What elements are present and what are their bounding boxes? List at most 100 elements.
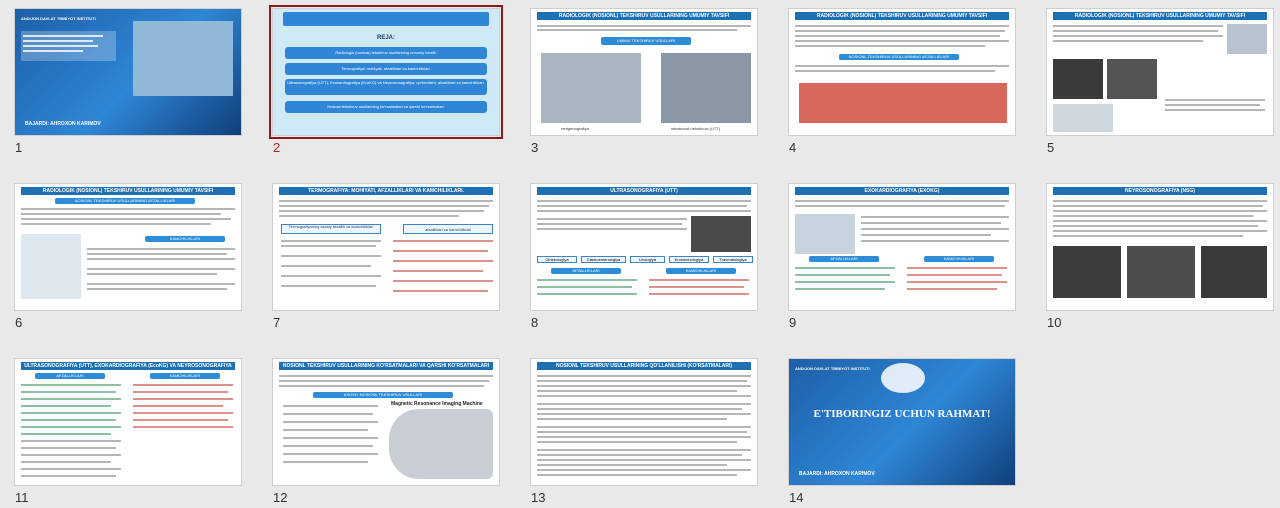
slide-title: NOSIONL TEKSHIRUV USULLARINING QO'LLANIL… bbox=[537, 362, 751, 370]
section-label-2: KAMCHILIKLARI bbox=[150, 373, 220, 379]
agenda-item-3: Ultrasonografiya (UTT), Exokardiografiya… bbox=[285, 79, 487, 95]
scan-image-1 bbox=[1053, 246, 1121, 298]
slide-title: RADIOLOGIK (NOSIONL) TEKSHIRUV USULLARIN… bbox=[1053, 12, 1267, 20]
scan-image-2 bbox=[1127, 246, 1195, 298]
doctor-image bbox=[133, 21, 233, 96]
image-label-2: ultratovush tekshiruvi (UTT) bbox=[671, 126, 721, 131]
slide-preview: ANDIJON DAVLAT TIBBIYOT INSTITUTI BAJARD… bbox=[14, 8, 242, 136]
slide-number: 8 bbox=[531, 315, 539, 330]
slide-preview: EXOKARDIOGRAFIYA (EXOKG) AFZALLIKLARI KA… bbox=[788, 183, 1016, 311]
agenda-header-strip bbox=[283, 12, 489, 26]
slide-number: 12 bbox=[273, 490, 288, 505]
slide-preview: NOSIONL TEKSHIRUV USULLARINING KO'RSATMA… bbox=[272, 358, 500, 486]
slide-number: 4 bbox=[789, 140, 797, 155]
slide-title: EXOKARDIOGRAFIYA (EXOKG) bbox=[795, 187, 1009, 195]
echo-image bbox=[795, 214, 855, 254]
section-label-2: KAMCHILIKLARI bbox=[666, 268, 736, 274]
institute-name: ANDIJON DAVLAT TIBBIYOT INSTITUTI bbox=[795, 366, 870, 371]
section-label: UMMUI TEKSHIRUV USULLARI bbox=[601, 37, 691, 45]
slide-number: 2 bbox=[273, 140, 281, 155]
slide-preview: NOSIONL TEKSHIRUV USULLARINING QO'LLANIL… bbox=[530, 358, 758, 486]
thermography-image bbox=[799, 83, 1007, 123]
cover-background: ANDIJON DAVLAT TIBBIYOT INSTITUTI E'TIBO… bbox=[789, 359, 1015, 485]
slide-preview: RADIOLOGIK (NOSIONL) TEKSHIRUV USULLARIN… bbox=[14, 183, 242, 311]
section-label: NOSIONL TEKSHIRUV USULLARINING AFZALLIKL… bbox=[55, 198, 195, 204]
section-label-2: afzalliklari va kamchiliklari bbox=[403, 224, 493, 234]
slide-number: 7 bbox=[273, 315, 281, 330]
slide-number: 11 bbox=[15, 490, 29, 505]
agenda-background: REJA: Radiologik (nosioal) tekshiruv usu… bbox=[273, 9, 499, 135]
slide-number: 6 bbox=[15, 315, 23, 330]
slide-thumbnail-9[interactable]: EXOKARDIOGRAFIYA (EXOKG) AFZALLIKLARI KA… bbox=[774, 175, 1032, 345]
slide-preview: ANDIJON DAVLAT TIBBIYOT INSTITUTI E'TIBO… bbox=[788, 358, 1016, 486]
slide-preview: RADIOLOGIK (NOSIONL) TEKSHIRUV USULLARIN… bbox=[530, 8, 758, 136]
slide-title: RADIOLOGIK (NOSIONL) TEKSHIRUV USULLARIN… bbox=[537, 12, 751, 20]
image-label-1: rentgenografiya bbox=[561, 126, 589, 131]
section-label-2: KAMCHILIKLARI bbox=[924, 256, 994, 262]
scan-image-2 bbox=[1107, 59, 1157, 99]
ultrasound-image bbox=[661, 53, 751, 123]
slide-number: 9 bbox=[789, 315, 797, 330]
mri-machine-image bbox=[389, 409, 493, 479]
slide-preview: REJA: Radiologik (nosioal) tekshiruv usu… bbox=[269, 5, 503, 139]
slide-thumbnail-6[interactable]: RADIOLOGIK (NOSIONL) TEKSHIRUV USULLARIN… bbox=[0, 175, 258, 345]
slide-preview: ULTRASONOGRAFIYA (UTT) Ginekologiya Gast… bbox=[530, 183, 758, 311]
agenda-item-4: Nosioal tekshiruv usullarining ko'rsatma… bbox=[285, 101, 487, 113]
tag-2: Gastroenterologiya bbox=[581, 256, 626, 263]
slide-title: NOSIONL TEKSHIRUV USULLARINING KO'RSATMA… bbox=[279, 362, 493, 370]
slide-thumbnail-5[interactable]: RADIOLOGIK (NOSIONL) TEKSHIRUV USULLARIN… bbox=[1032, 0, 1280, 170]
slide-thumbnail-2[interactable]: REJA: Radiologik (nosioal) tekshiruv usu… bbox=[258, 0, 516, 170]
author-caption: BAJARDI: AHROXON KARIMOV bbox=[25, 121, 101, 127]
slide-thumbnail-8[interactable]: ULTRASONOGRAFIYA (UTT) Ginekologiya Gast… bbox=[516, 175, 774, 345]
slide-title: TERMOGRAFIYA: MOHIYATI, AFZALLIKLARI VA … bbox=[279, 187, 493, 195]
emblem-image bbox=[881, 363, 925, 393]
slide-title: ULTRASONOGRAFIYA (UTT) bbox=[537, 187, 751, 195]
slide-number: 10 bbox=[1047, 315, 1062, 330]
ultrasound-image bbox=[691, 216, 751, 252]
slide-preview: NEYROSONOGRAFIYA (NSG) bbox=[1046, 183, 1274, 311]
institute-name: ANDIJON DAVLAT TIBBIYOT INSTITUTI bbox=[21, 16, 96, 21]
slide-title: RADIOLOGIK (NOSIONL) TEKSHIRUV USULLARIN… bbox=[795, 12, 1009, 20]
slide-number: 3 bbox=[531, 140, 539, 155]
section-label: AFZALLIKLARI bbox=[809, 256, 879, 262]
slide-preview: ULTRASONOGRAFIYA (UTT), EXOKARDIOGRAFIYA… bbox=[14, 358, 242, 486]
slide-thumbnail-11[interactable]: ULTRASONOGRAFIYA (UTT), EXOKARDIOGRAFIYA… bbox=[0, 350, 258, 508]
section-label-2: KAMCHILIKLARI bbox=[145, 236, 225, 242]
author-caption: BAJARDI: AHROXON KARIMOV bbox=[799, 471, 875, 477]
agenda-item-1: Radiologik (nosioal) tekshiruv usullarin… bbox=[285, 47, 487, 59]
section-label: Termografiyaning asosiy afzallik va kamc… bbox=[281, 224, 381, 234]
slide-number: 13 bbox=[531, 490, 546, 505]
slide-thumbnail-10[interactable]: NEYROSONOGRAFIYA (NSG) 10 bbox=[1032, 175, 1280, 345]
device-image bbox=[1227, 24, 1267, 54]
scan-image-1 bbox=[1053, 59, 1103, 99]
patient-image bbox=[1053, 104, 1113, 132]
slide-thumbnail-4[interactable]: RADIOLOGIK (NOSIONL) TEKSHIRUV USULLARIN… bbox=[774, 0, 1032, 170]
agenda-item-2: Termografiya: mohiyati, afzalliklari va … bbox=[285, 63, 487, 75]
thanks-message: E'TIBORINGIZ UCHUN RAHMAT! bbox=[813, 408, 991, 420]
xray-image bbox=[541, 53, 641, 123]
tag-1: Ginekologiya bbox=[537, 256, 577, 263]
section-label: ASOSIY NOSIONL TEKSHIRUV USULLARI bbox=[313, 392, 453, 398]
image-caption: Magnetic Resonance Imaging Machine bbox=[391, 401, 483, 407]
slide-thumbnail-1[interactable]: ANDIJON DAVLAT TIBBIYOT INSTITUTI BAJARD… bbox=[0, 0, 258, 170]
slide-preview: RADIOLOGIK (NOSIONL) TEKSHIRUV USULLARIN… bbox=[1046, 8, 1274, 136]
slide-title: NEYROSONOGRAFIYA (NSG) bbox=[1053, 187, 1267, 195]
section-label: AFZALLIKLARI bbox=[35, 373, 105, 379]
slide-preview: TERMOGRAFIYA: MOHIYATI, AFZALLIKLARI VA … bbox=[272, 183, 500, 311]
section-label: AFZALLIKLARI bbox=[551, 268, 621, 274]
agenda-heading: REJA: bbox=[376, 35, 395, 41]
slide-sorter-grid: ANDIJON DAVLAT TIBBIYOT INSTITUTI BAJARD… bbox=[0, 0, 1280, 508]
slide-thumbnail-13[interactable]: NOSIONL TEKSHIRUV USULLARINING QO'LLANIL… bbox=[516, 350, 774, 508]
slide-number: 5 bbox=[1047, 140, 1055, 155]
section-label: NOSIONL TEKSHIRUV USULLARINING AFZALLIKL… bbox=[839, 54, 959, 60]
tag-3: Urologiya bbox=[630, 256, 665, 263]
slide-number: 14 bbox=[789, 490, 804, 505]
slide-thumbnail-7[interactable]: TERMOGRAFIYA: MOHIYATI, AFZALLIKLARI VA … bbox=[258, 175, 516, 345]
slide-title: ULTRASONOGRAFIYA (UTT), EXOKARDIOGRAFIYA… bbox=[21, 362, 235, 370]
slide-thumbnail-12[interactable]: NOSIONL TEKSHIRUV USULLARINING KO'RSATMA… bbox=[258, 350, 516, 508]
chart-image bbox=[21, 234, 81, 299]
slide-preview: RADIOLOGIK (NOSIONL) TEKSHIRUV USULLARIN… bbox=[788, 8, 1016, 136]
slide-thumbnail-14[interactable]: ANDIJON DAVLAT TIBBIYOT INSTITUTI E'TIBO… bbox=[774, 350, 1032, 508]
slide-thumbnail-3[interactable]: RADIOLOGIK (NOSIONL) TEKSHIRUV USULLARIN… bbox=[516, 0, 774, 170]
scan-image-3 bbox=[1201, 246, 1267, 298]
